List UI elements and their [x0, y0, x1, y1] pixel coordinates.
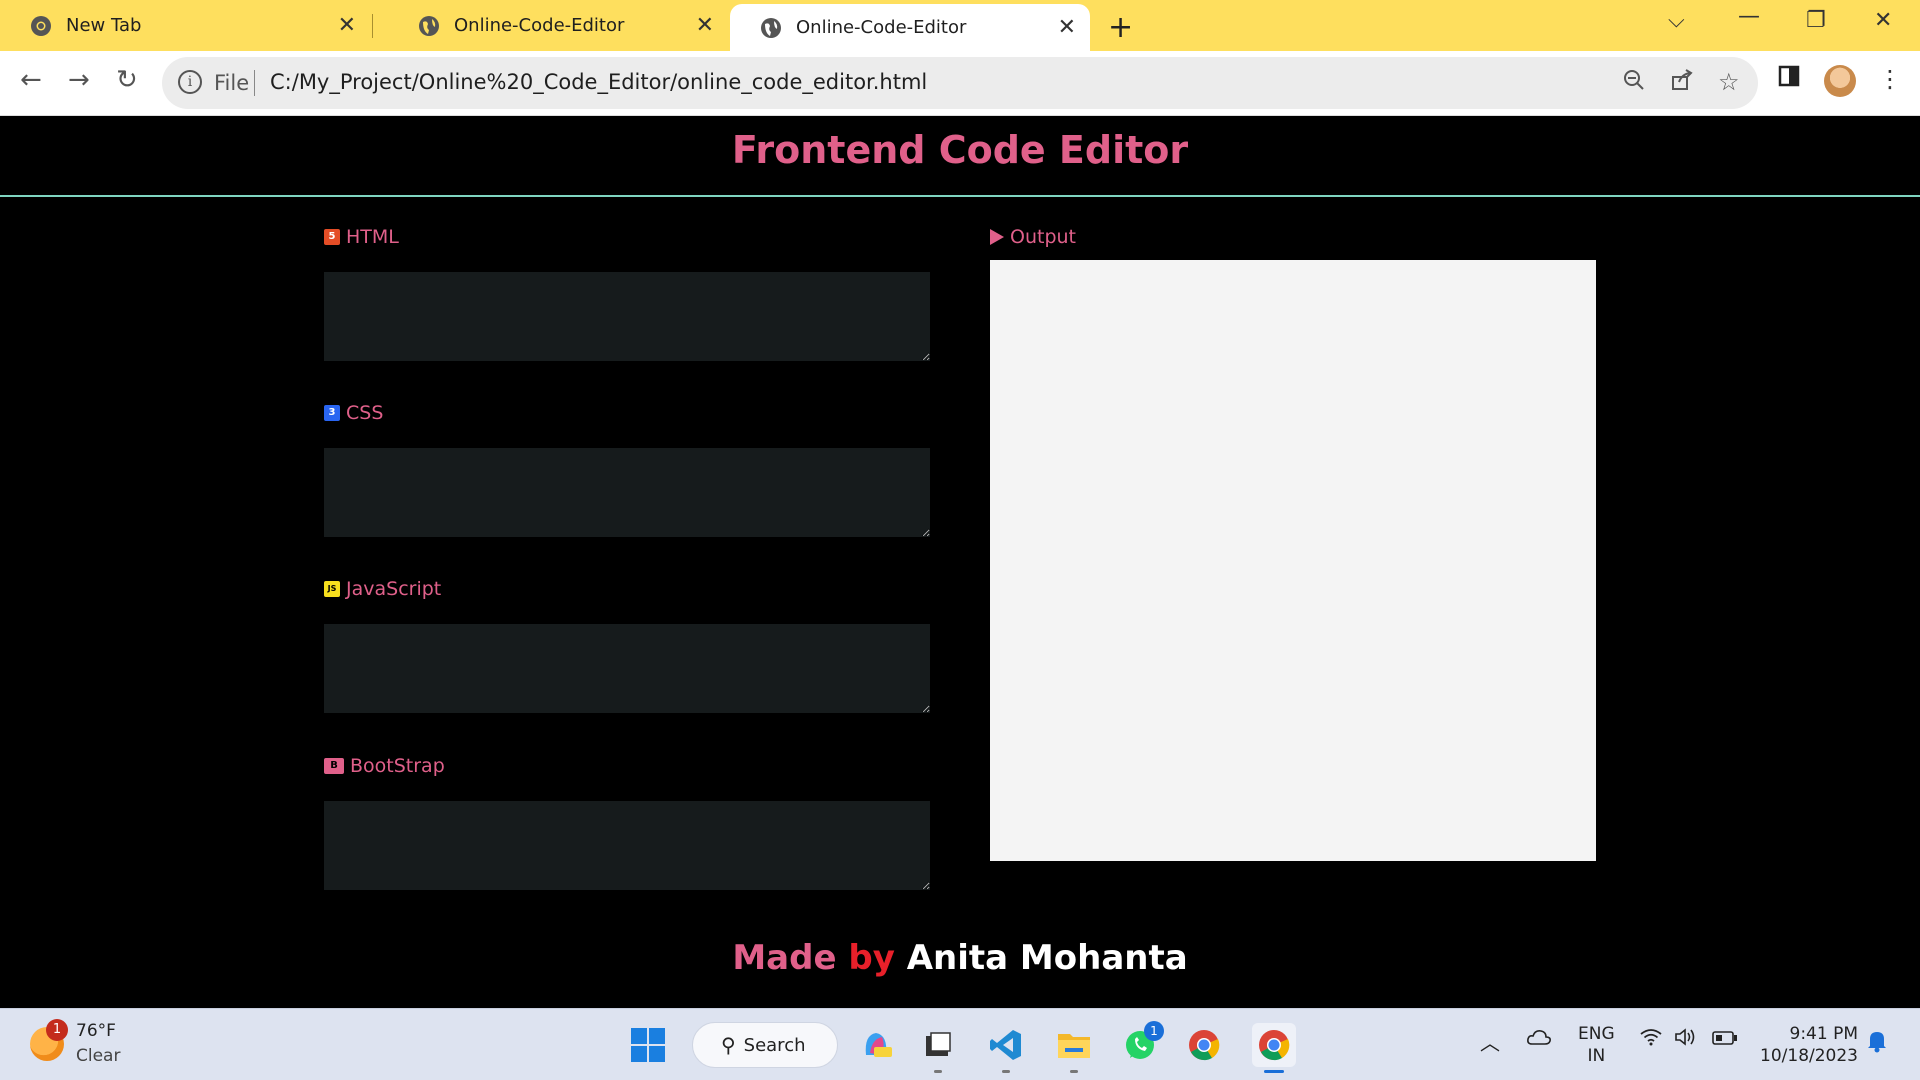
- play-icon: [990, 229, 1004, 245]
- tab-new-tab[interactable]: New Tab ✕: [0, 0, 370, 51]
- volume-icon[interactable]: [1674, 1027, 1698, 1052]
- search-icon: ⚲: [721, 1033, 736, 1057]
- taskbar-search[interactable]: ⚲ Search: [692, 1022, 838, 1068]
- tab-title: Online-Code-Editor: [796, 17, 967, 38]
- new-tab-button[interactable]: +: [1108, 10, 1133, 45]
- close-icon[interactable]: ✕: [696, 13, 714, 38]
- html-editor-input[interactable]: [324, 272, 930, 361]
- tab-title: Online-Code-Editor: [454, 15, 625, 36]
- zoom-out-icon[interactable]: [1622, 68, 1646, 98]
- browser-tab-bar: New Tab ✕ Online-Code-Editor ✕ Online-Co…: [0, 0, 1920, 51]
- side-panel-icon[interactable]: [1778, 65, 1800, 93]
- page-content: Frontend Code Editor 5 HTML 3 CSS JS Jav…: [0, 116, 1920, 1008]
- globe-icon: [760, 17, 782, 39]
- browser-toolbar: ← → ↻ i File C:/My_Project/Online%20_Cod…: [0, 51, 1920, 116]
- css-editor-input[interactable]: [324, 448, 930, 537]
- css-editor-label: 3 CSS: [324, 402, 383, 424]
- tab-online-code-editor-active[interactable]: Online-Code-Editor ✕: [730, 4, 1090, 51]
- share-icon[interactable]: [1670, 68, 1694, 98]
- weather-badge: 1: [46, 1019, 68, 1041]
- running-indicator: [1070, 1070, 1078, 1073]
- title-divider: [0, 195, 1920, 197]
- address-scheme-label: File: [214, 71, 250, 95]
- more-menu-icon[interactable]: ⋮: [1878, 65, 1902, 93]
- language-code: ENG: [1578, 1024, 1615, 1044]
- css3-icon: 3: [324, 405, 340, 421]
- language-region: IN: [1587, 1046, 1606, 1066]
- vscode-icon[interactable]: [988, 1027, 1024, 1073]
- html-editor-label: 5 HTML: [324, 226, 399, 248]
- page-title: Frontend Code Editor: [731, 128, 1189, 172]
- app-window-icon[interactable]: [920, 1027, 956, 1073]
- footer-credit: Made by Anita Mohanta: [0, 938, 1920, 978]
- footer-author: Anita Mohanta: [906, 938, 1188, 978]
- address-bar[interactable]: i File C:/My_Project/Online%20_Code_Edit…: [162, 57, 1758, 109]
- address-separator: [254, 70, 255, 96]
- tab-separator: [372, 14, 373, 38]
- active-indicator: [1264, 1070, 1284, 1073]
- editor-label-text: HTML: [346, 226, 399, 248]
- profile-avatar[interactable]: [1824, 65, 1856, 97]
- footer-by: by: [848, 938, 895, 978]
- system-clock[interactable]: 9:41 PM 10/18/2023: [1760, 1023, 1858, 1067]
- javascript-editor-input[interactable]: [324, 624, 930, 713]
- output-label-text: Output: [1010, 226, 1076, 248]
- editor-label-text: BootStrap: [350, 755, 445, 777]
- weather-condition[interactable]: Clear: [76, 1046, 120, 1066]
- whatsapp-icon[interactable]: 1: [1122, 1021, 1164, 1063]
- restore-icon[interactable]: ❐: [1806, 8, 1826, 33]
- chrome-icon[interactable]: [1186, 1027, 1222, 1063]
- address-url[interactable]: C:/My_Project/Online%20_Code_Editor/onli…: [270, 70, 927, 94]
- tab-online-code-editor[interactable]: Online-Code-Editor ✕: [388, 0, 728, 51]
- footer-made: Made: [732, 938, 837, 978]
- windows-taskbar: 1 76°F Clear ⚲ Search 1 ︿ ENG IN 9:41 PM…: [0, 1008, 1920, 1080]
- file-explorer-icon[interactable]: [1056, 1027, 1092, 1073]
- battery-icon[interactable]: [1712, 1027, 1738, 1051]
- minimize-icon[interactable]: —: [1738, 4, 1760, 29]
- show-hidden-icons-chevron-icon[interactable]: ︿: [1480, 1027, 1500, 1056]
- bootstrap-editor-label: B BootStrap: [324, 755, 445, 777]
- weather-temperature[interactable]: 76°F: [76, 1021, 116, 1041]
- editor-label-text: CSS: [346, 402, 384, 424]
- tab-title: New Tab: [66, 15, 142, 36]
- javascript-editor-label: JS JavaScript: [324, 578, 441, 600]
- clock-date: 10/18/2023: [1760, 1046, 1858, 1066]
- close-icon[interactable]: ✕: [338, 13, 356, 38]
- window-close-icon[interactable]: ✕: [1874, 8, 1892, 33]
- chrome-icon: [30, 15, 52, 37]
- html5-icon: 5: [324, 229, 340, 245]
- copilot-icon[interactable]: [858, 1027, 894, 1063]
- whatsapp-badge: 1: [1144, 1021, 1164, 1041]
- running-indicator: [1002, 1070, 1010, 1073]
- close-icon[interactable]: ✕: [1058, 15, 1076, 40]
- reload-icon[interactable]: ↻: [116, 65, 138, 95]
- output-label: Output: [990, 226, 1076, 248]
- js-icon: JS: [324, 581, 340, 597]
- bootstrap-icon: B: [324, 758, 344, 774]
- start-button[interactable]: [630, 1027, 666, 1063]
- editor-label-text: JavaScript: [346, 578, 442, 600]
- info-icon[interactable]: i: [178, 70, 202, 94]
- chrome-active-icon[interactable]: [1252, 1023, 1296, 1073]
- back-arrow-icon[interactable]: ←: [20, 65, 42, 95]
- globe-icon: [418, 15, 440, 37]
- windows-logo-icon: [631, 1028, 665, 1062]
- tab-search-chevron-icon[interactable]: ⌵: [1668, 8, 1685, 33]
- clock-time: 9:41 PM: [1789, 1024, 1859, 1044]
- wifi-icon[interactable]: [1640, 1027, 1662, 1051]
- bookmark-star-icon[interactable]: ☆: [1718, 68, 1740, 96]
- language-indicator[interactable]: ENG IN: [1578, 1023, 1615, 1067]
- notification-bell-icon[interactable]: [1866, 1029, 1888, 1058]
- forward-arrow-icon[interactable]: →: [68, 65, 90, 95]
- bootstrap-editor-input[interactable]: [324, 801, 930, 890]
- onedrive-cloud-icon[interactable]: [1526, 1027, 1552, 1051]
- taskbar-search-label: Search: [743, 1034, 806, 1056]
- output-frame[interactable]: [990, 260, 1596, 861]
- running-indicator: [934, 1070, 942, 1073]
